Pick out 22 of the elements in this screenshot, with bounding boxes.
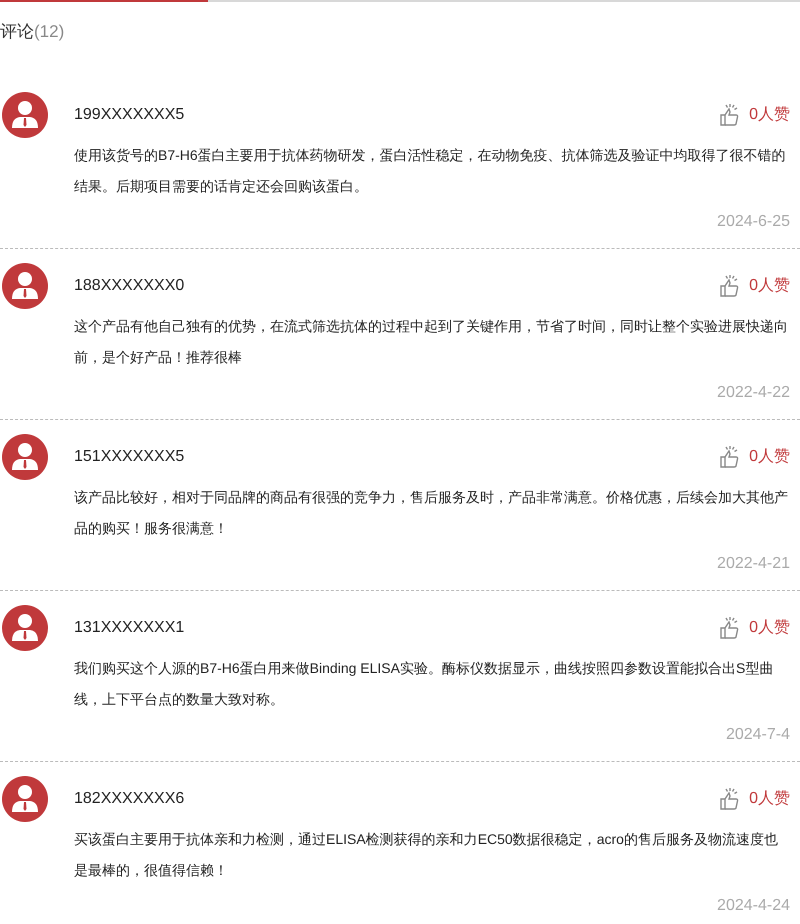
like-count[interactable]: 0人赞 — [749, 445, 790, 469]
comment-date: 2024-6-25 — [717, 212, 790, 232]
username: 199XXXXXXX5 — [74, 105, 186, 125]
comment-text: 使用该货号的B7-H6蛋白主要用于抗体药物研发，蛋白活性稳定，在动物免疫、抗体筛选及验证中均取得了很不错的结果。后期项目需要的话肯定还会回购该蛋白。 — [74, 146, 787, 196]
username: 151XXXXXXX5 — [74, 447, 186, 467]
like-count[interactable]: 0人赞 — [749, 616, 790, 640]
comment-text: 这个产品有他自己独有的优势，在流式筛选抗体的过程中起到了关键作用，节省了时间，同时让整个实验进展快递向前，是个好产品！推荐很棒 — [74, 317, 789, 367]
username: 188XXXXXXX0 — [74, 276, 186, 296]
username: 182XXXXXXX6 — [74, 789, 186, 809]
like-count[interactable]: 0人赞 — [749, 103, 790, 127]
like-count[interactable]: 0人赞 — [749, 274, 790, 298]
comment-text: 买该蛋白主要用于抗体亲和力检测，通过ELISA检测获得的亲和力EC50数据很稳定，acro的售后服务及物流速度也是最棒的，很值得信赖！ — [74, 830, 779, 880]
like-count[interactable]: 0人赞 — [749, 787, 790, 811]
comment-date: 2024-4-24 — [717, 896, 790, 916]
comment-date: 2022-4-21 — [717, 554, 790, 574]
comment-text: 我们购买这个人源的B7-H6蛋白用来做Binding ELISA实验。酶标仪数据显示，曲线按照四参数设置能拟合出S型曲线，上下平台点的数量大致对称。 — [74, 659, 774, 709]
comment-date: 2024-7-4 — [726, 725, 790, 745]
comment-text: 该产品比较好，相对于同品牌的商品有很强的竞争力，售后服务及时，产品非常满意。价格优惠，后续会加大其他产品的购买！服务很满意！ — [74, 488, 789, 538]
comment-count: (12) — [34, 22, 64, 41]
comment-date: 2022-4-22 — [717, 383, 790, 403]
comments-title: 评论 — [0, 22, 34, 41]
username: 131XXXXXXX1 — [74, 618, 186, 638]
